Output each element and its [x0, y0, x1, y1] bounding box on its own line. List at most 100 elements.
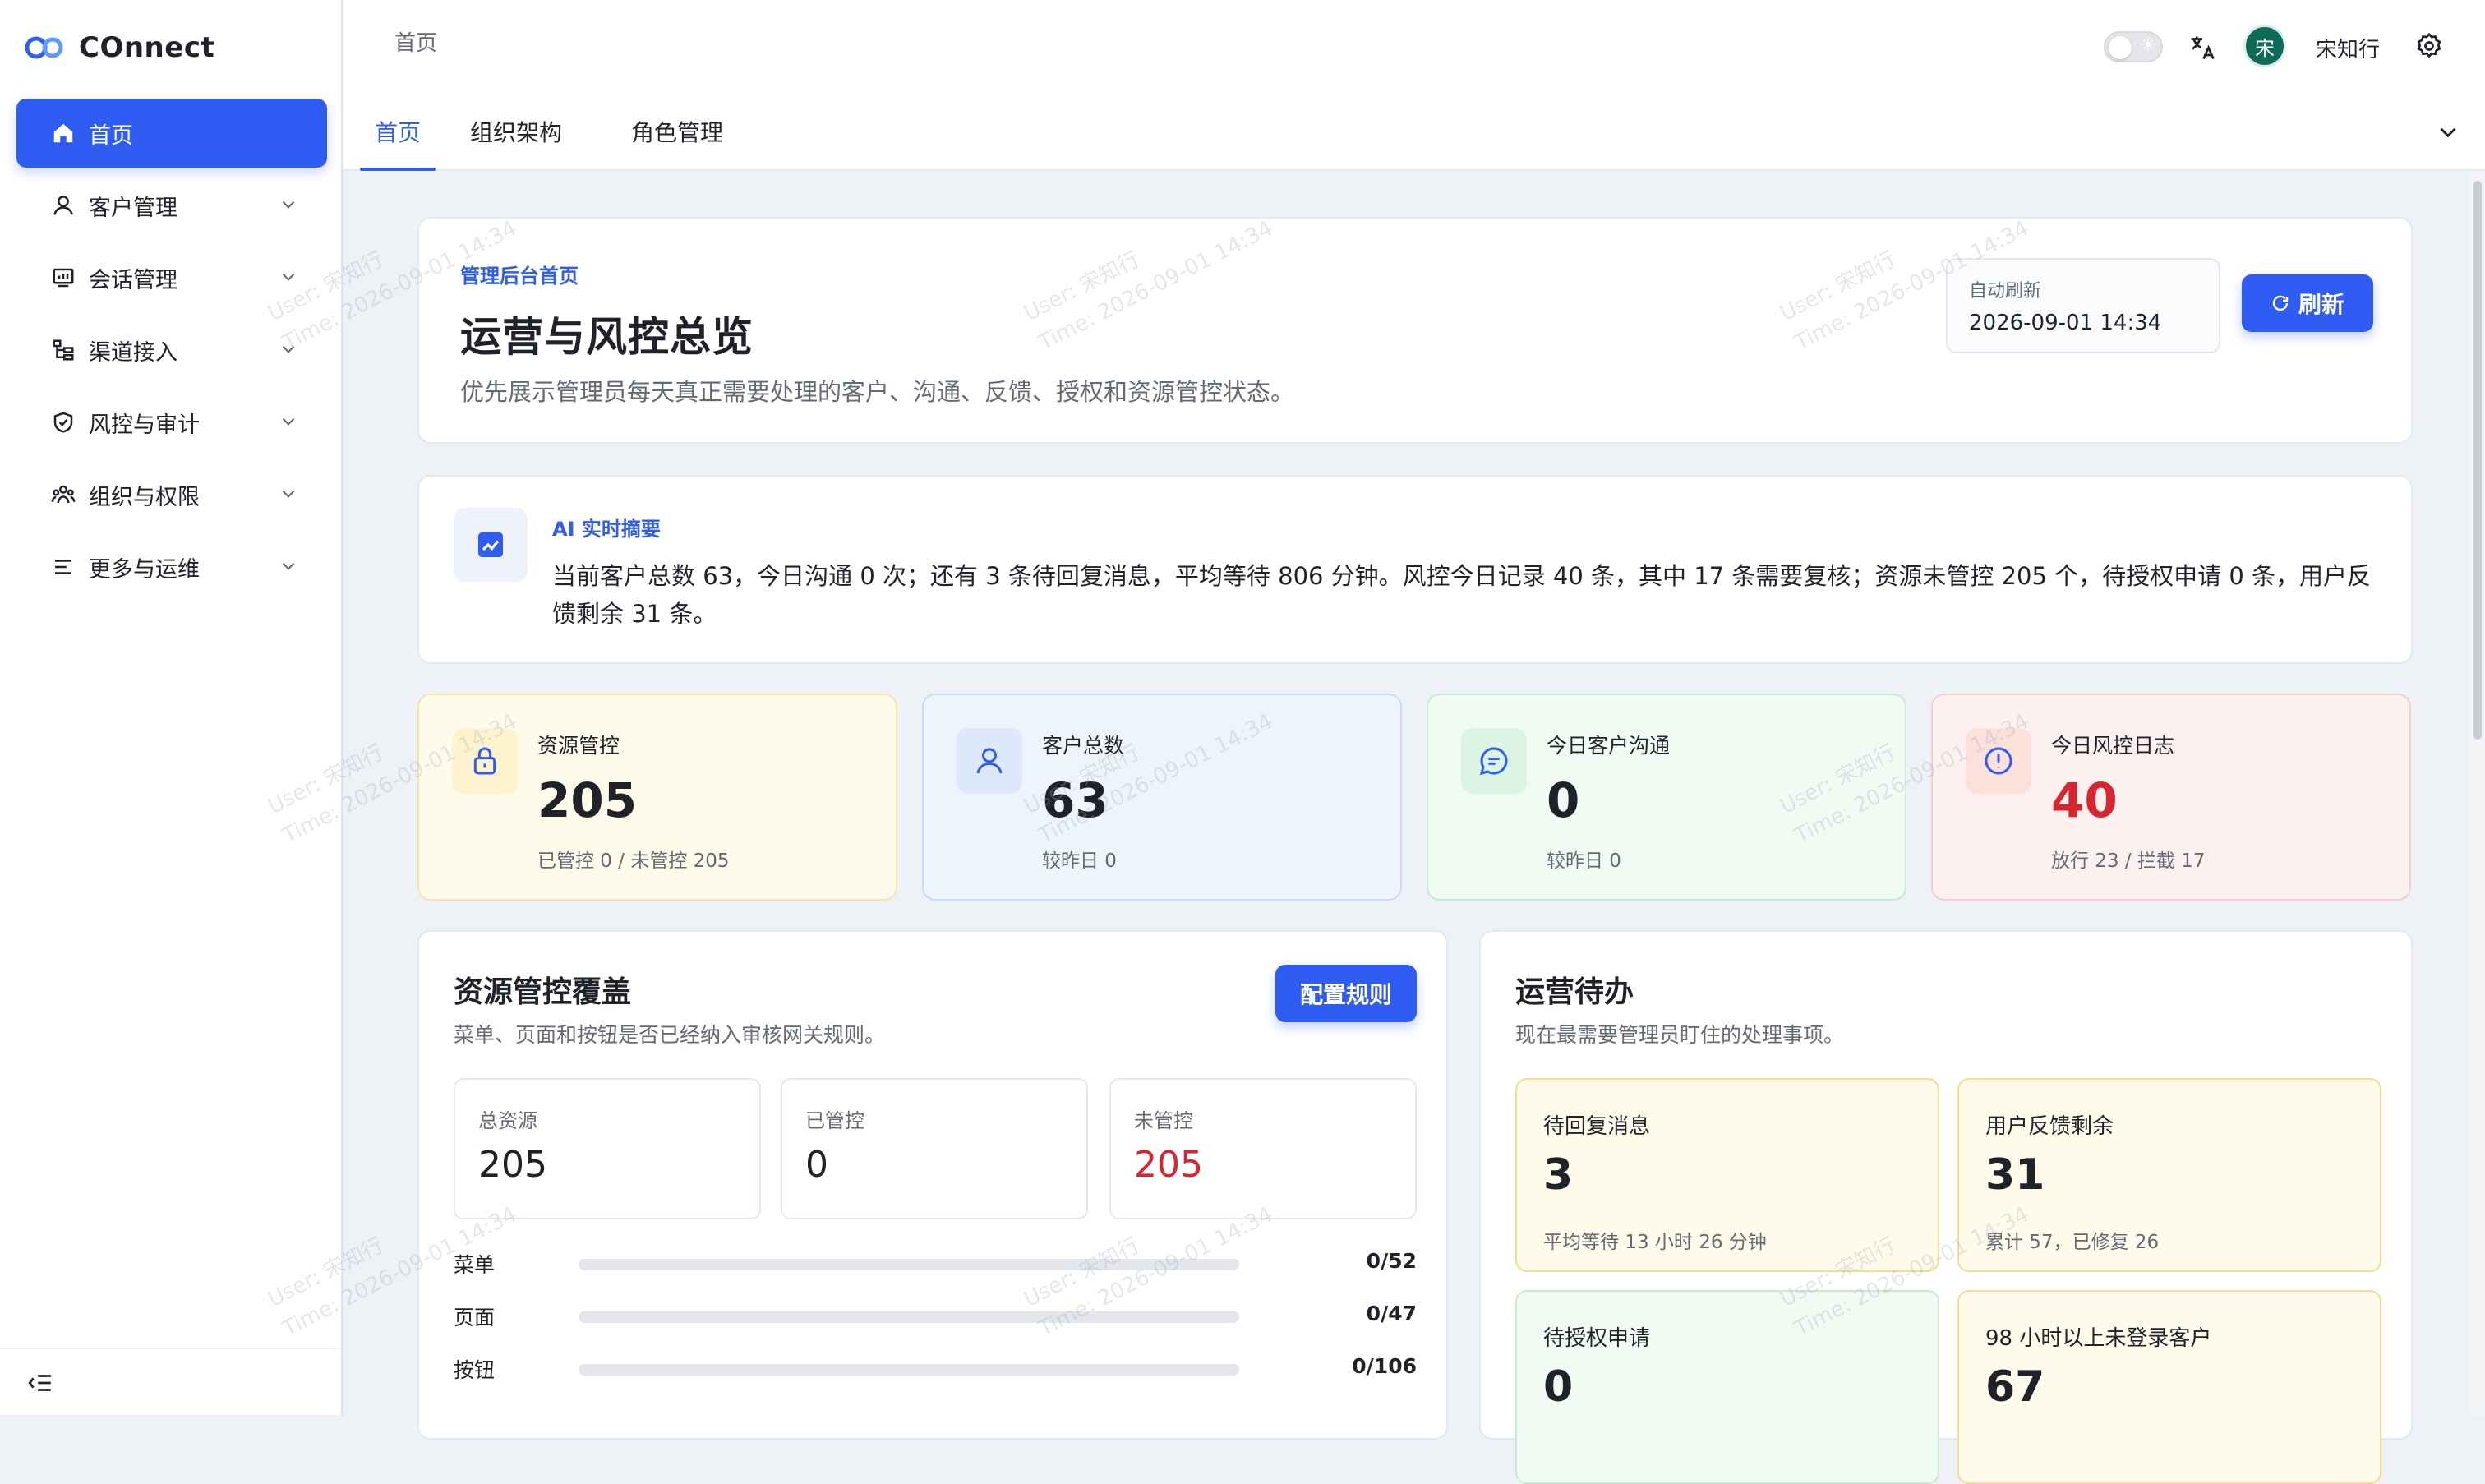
ai-summary-icon-box	[454, 508, 528, 582]
sidebar-item-more-ops[interactable]: 更多与运维	[16, 532, 327, 601]
progress-track	[579, 1311, 1239, 1323]
stat-label: 今日风控日志	[2051, 734, 2175, 758]
alert-icon	[1985, 747, 2012, 775]
chevron-down-icon	[282, 200, 295, 209]
sidebar-item-home[interactable]: 首页	[16, 99, 327, 168]
breadcrumb[interactable]: 首页	[394, 26, 437, 57]
shield-icon	[49, 408, 77, 436]
tab-bar: 首页 组织架构 角色管理	[343, 94, 2485, 171]
todo-label: 待授权申请	[1543, 1326, 1651, 1351]
sidebar-item-label: 首页	[89, 122, 133, 149]
sidebar-item-org-permissions[interactable]: 组织与权限	[16, 460, 327, 529]
todo-value: 3	[1543, 1150, 1574, 1200]
ai-summary-text: 当前客户总数 63，今日沟通 0 次；还有 3 条待回复消息，平均等待 806 …	[552, 562, 2372, 628]
app-name: COnnect	[79, 31, 215, 64]
progress-value: 0/106	[1352, 1354, 1417, 1378]
chevron-down-icon	[282, 345, 295, 353]
stat-icon-box	[1461, 728, 1527, 794]
section-subtitle: 现在最需要管理员盯住的处理事项。	[1515, 1023, 1845, 1047]
mini-label: 已管控	[805, 1109, 864, 1132]
todo-inactive-customers[interactable]: 98 小时以上未登录客户 67	[1957, 1290, 2381, 1484]
sun-icon: ☀	[2140, 35, 2156, 56]
progress-track	[579, 1364, 1239, 1376]
coverage-uncontrolled: 未管控 205	[1109, 1078, 1417, 1219]
stat-card-resource-control[interactable]: 资源管控 205 已管控 0 / 未管控 205	[417, 694, 897, 901]
page-subtitle: 优先展示管理员每天真正需要处理的客户、沟通、反馈、授权和资源管控状态。	[460, 378, 1295, 406]
coverage-row-button: 按钮 0/106	[454, 1351, 1417, 1384]
todo-sub: 累计 57，已修复 26	[1985, 1232, 2160, 1253]
tab-org-structure[interactable]: 组织架构	[470, 115, 562, 171]
toggle-knob	[2109, 36, 2132, 59]
todo-value: 0	[1543, 1362, 1574, 1412]
todo-label: 98 小时以上未登录客户	[1985, 1326, 2212, 1351]
auto-refresh-box: 自动刷新 2026-09-01 14:34	[1946, 258, 2220, 353]
hero-eyebrow: 管理后台首页	[460, 265, 579, 288]
configure-rules-button[interactable]: 配置规则	[1275, 965, 1417, 1022]
top-header: 首页	[343, 0, 2485, 94]
app-logo[interactable]: COnnect	[25, 30, 214, 66]
tree-icon	[49, 336, 77, 364]
section-title: 资源管控覆盖	[454, 975, 632, 1009]
todo-pending-replies[interactable]: 待回复消息 3 平均等待 13 小时 26 分钟	[1515, 1078, 1939, 1272]
team-icon	[49, 481, 77, 509]
translate-icon[interactable]	[2188, 33, 2217, 62]
sidebar-menu: 首页 客户管理 会话管理 渠道接入 风控与审计 组织与权限 更多与运维	[16, 99, 327, 605]
mini-value: 205	[1134, 1144, 1203, 1186]
section-subtitle: 菜单、页面和按钮是否已经纳入审核网关规则。	[454, 1023, 886, 1047]
mini-value: 0	[805, 1144, 828, 1186]
sidebar-item-sessions[interactable]: 会话管理	[16, 243, 327, 312]
refresh-button[interactable]: 刷新	[2242, 274, 2373, 332]
mini-label: 未管控	[1134, 1109, 1193, 1132]
stat-sub: 放行 23 / 拦截 17	[2051, 850, 2206, 872]
logo-icon	[25, 36, 63, 59]
section-title: 运营待办	[1515, 975, 1634, 1009]
stat-sub: 较昨日 0	[1547, 850, 1621, 872]
chat-board-icon	[49, 264, 77, 292]
avatar[interactable]: 宋	[2243, 25, 2286, 67]
stat-card-risk-log[interactable]: 今日风控日志 40 放行 23 / 拦截 17	[1931, 694, 2411, 901]
sidebar-item-customers[interactable]: 客户管理	[16, 171, 327, 240]
progress-value: 0/52	[1366, 1249, 1417, 1273]
sidebar-item-label: 风控与审计	[89, 412, 200, 438]
lock-icon	[473, 747, 496, 775]
auto-refresh-time: 2026-09-01 14:34	[1969, 311, 2162, 335]
stat-sub: 已管控 0 / 未管控 205	[537, 850, 730, 872]
mini-label: 总资源	[478, 1109, 537, 1132]
stat-card-customer-total[interactable]: 客户总数 63 较昨日 0	[922, 694, 1402, 901]
progress-label: 页面	[454, 1306, 496, 1330]
stat-label: 今日客户沟通	[1547, 734, 1671, 758]
chevron-down-icon	[282, 562, 295, 570]
scrollbar-thumb[interactable]	[2473, 181, 2482, 740]
tab-home[interactable]: 首页	[359, 115, 436, 171]
overview-hero-card: 管理后台首页 运营与风控总览 优先展示管理员每天真正需要处理的客户、沟通、反馈、…	[417, 217, 2413, 444]
sidebar-item-risk-audit[interactable]: 风控与审计	[16, 388, 327, 457]
todo-label: 待回复消息	[1543, 1114, 1651, 1139]
gear-icon[interactable]	[2414, 31, 2444, 61]
stat-label: 资源管控	[537, 734, 620, 758]
username[interactable]: 宋知行	[2316, 33, 2380, 63]
tab-role-management[interactable]: 角色管理	[631, 115, 723, 171]
progress-label: 按钮	[454, 1358, 496, 1382]
stat-value: 205	[537, 772, 638, 828]
sidebar-item-channels[interactable]: 渠道接入	[16, 316, 327, 385]
stat-label: 客户总数	[1042, 734, 1125, 758]
todo-pending-authorization[interactable]: 待授权申请 0	[1515, 1290, 1939, 1484]
menu-fold-icon[interactable]	[26, 1369, 54, 1397]
stat-icon-box	[452, 728, 518, 794]
chevron-down-icon[interactable]	[2434, 118, 2462, 146]
sidebar: COnnect 首页 客户管理 会话管理 渠道接入 风控与审计 组织与权限 更多…	[0, 0, 343, 1415]
progress-value: 0/47	[1366, 1302, 1417, 1325]
chevron-down-icon	[282, 490, 295, 498]
stat-card-today-communication[interactable]: 今日客户沟通 0 较昨日 0	[1427, 694, 1906, 901]
chevron-down-icon	[282, 417, 295, 426]
stat-icon-box	[957, 728, 1022, 794]
coverage-row-menu: 菜单 0/52	[454, 1246, 1417, 1279]
coverage-row-page: 页面 0/47	[454, 1298, 1417, 1331]
todo-feedback-remaining[interactable]: 用户反馈剩余 31 累计 57，已修复 26	[1957, 1078, 2381, 1272]
message-icon	[1479, 747, 1508, 776]
user-icon	[976, 748, 1003, 774]
list-icon	[49, 553, 77, 581]
theme-toggle[interactable]: ☀	[2104, 31, 2163, 62]
page-title: 运营与风控总览	[460, 313, 754, 361]
progress-track	[579, 1259, 1239, 1270]
